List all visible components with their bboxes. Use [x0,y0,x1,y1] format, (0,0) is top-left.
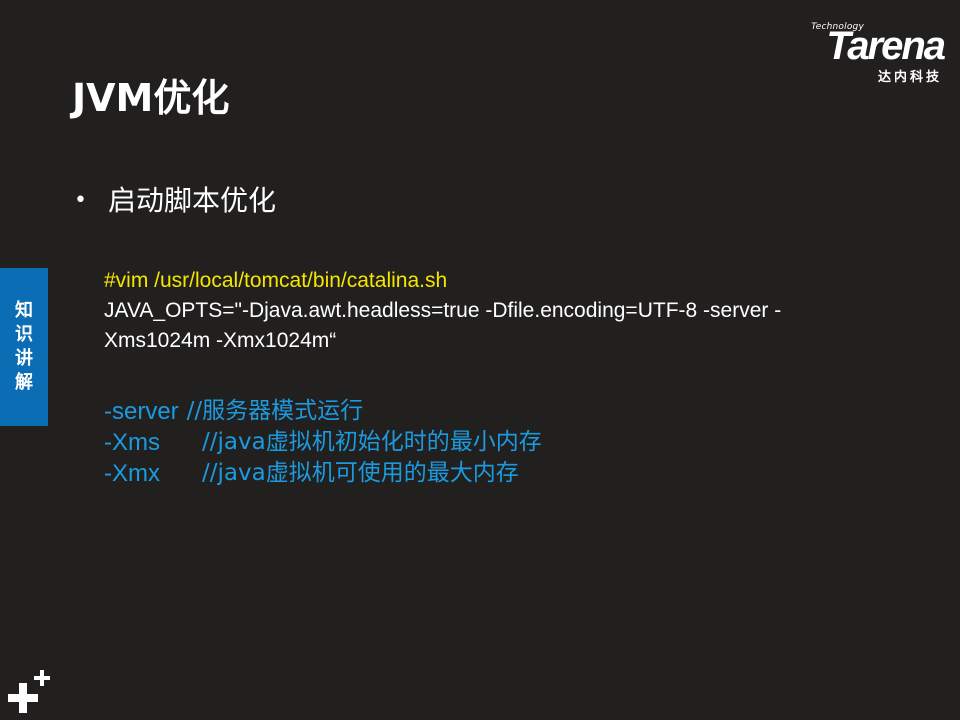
bullet-dot-icon: • [74,188,87,213]
option-row-xmx: -Xmx //java虚拟机可使用的最大内存 [104,458,542,489]
option-comment: //服务器模式运行 [186,398,364,424]
bullet-text: 启动脚本优化 [108,184,277,217]
code-line-java-opts: JAVA_OPTS="-Djava.awt.headless=true -Dfi… [104,299,782,322]
option-flag: -Xms [104,429,160,456]
option-row-server: -server //服务器模式运行 [104,396,542,427]
slide-title: JVM优化 [72,76,230,120]
tarena-logo: Technology Tarena 达内科技 [782,22,946,85]
plus-plus-icon [8,670,50,713]
option-flag: -Xmx [104,460,160,487]
logo-wordmark: Tarena [826,24,946,68]
options-list: -server //服务器模式运行 -Xms //java虚拟机初始化时的最小内… [104,396,542,489]
code-line-java-opts-cont: Xms1024m -Xmx1024m“ [104,329,337,352]
code-block: #vim /usr/local/tomcat/bin/catalina.sh J… [104,266,894,356]
logo-chinese-text: 达内科技 [877,70,942,85]
option-comment: //java虚拟机可使用的最大内存 [202,460,519,486]
side-tab-char: 讲 [15,348,33,369]
code-line-command: #vim /usr/local/tomcat/bin/catalina.sh [104,269,448,292]
side-tab-char: 解 [15,372,33,393]
option-flag: -server [104,398,179,425]
bullet-item: • 启动脚本优化 [74,184,276,218]
option-row-xms: -Xms //java虚拟机初始化时的最小内存 [104,427,542,458]
slide: Technology Tarena 达内科技 JVM优化 • 启动脚本优化 #v… [0,0,960,720]
knowledge-tab[interactable]: 知 识 讲 解 [0,268,48,426]
side-tab-char: 知 [15,300,33,321]
side-tab-char: 识 [15,324,33,345]
option-comment: //java虚拟机初始化时的最小内存 [202,429,542,455]
